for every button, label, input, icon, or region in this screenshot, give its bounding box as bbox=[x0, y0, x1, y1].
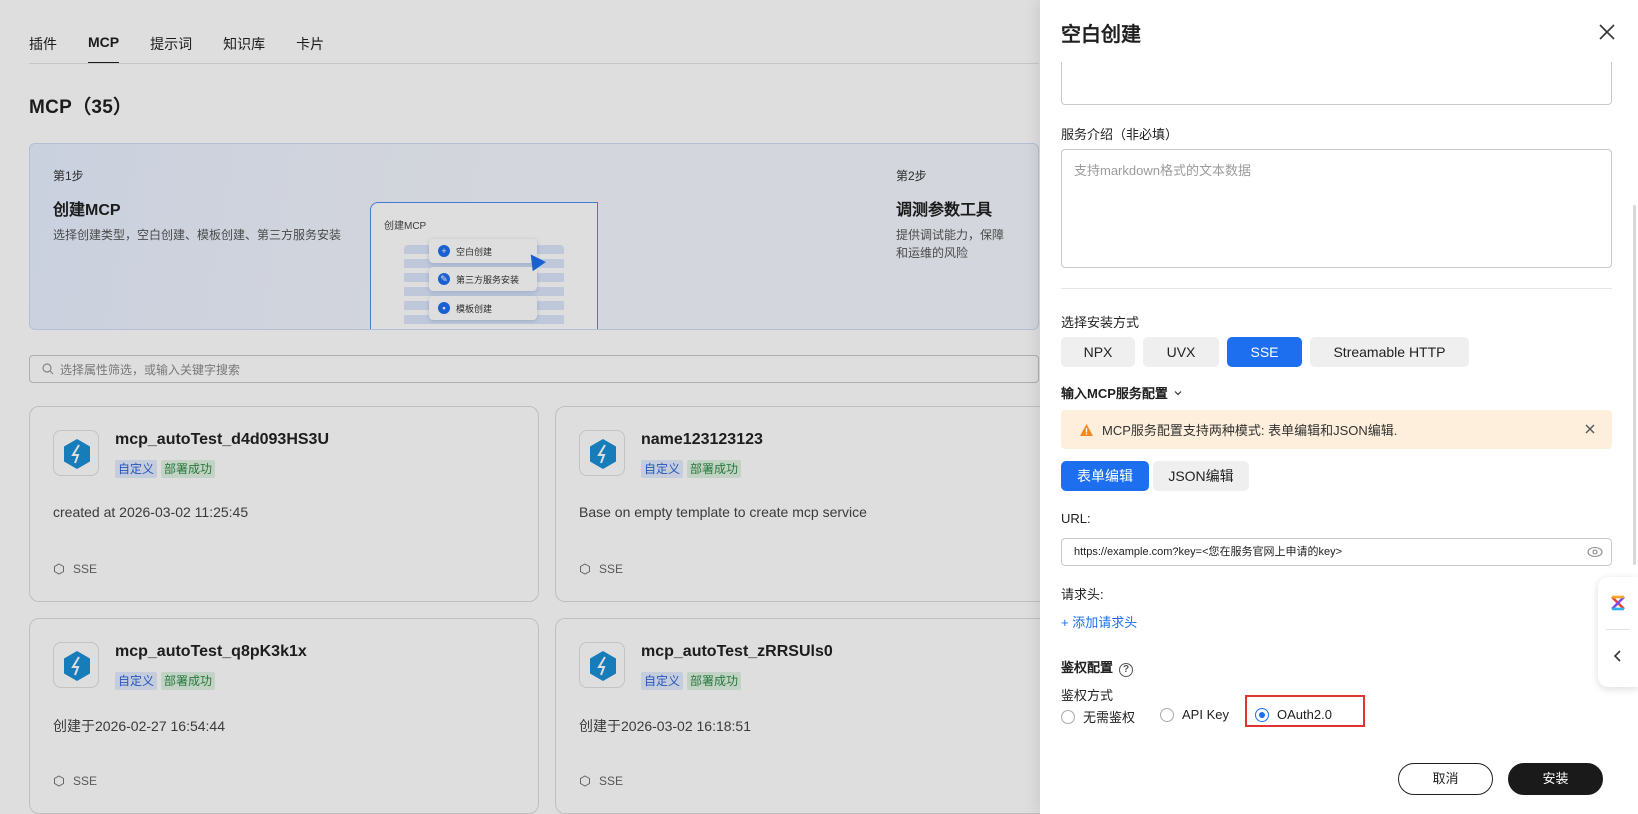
previous-field-textarea[interactable] bbox=[1061, 62, 1612, 105]
drawer-scrollbar[interactable] bbox=[1633, 205, 1636, 565]
install-method-streamable-http[interactable]: Streamable HTTP bbox=[1310, 337, 1469, 367]
warning-icon bbox=[1080, 423, 1093, 436]
install-method-npx[interactable]: NPX bbox=[1061, 337, 1135, 367]
auth-option-api-key[interactable]: API Key bbox=[1160, 707, 1229, 722]
create-drawer: 空白创建 服务介绍（非必填） 支持markdown格式的文本数据 选择安装方式 … bbox=[1040, 0, 1638, 814]
add-header-link[interactable]: + 添加请求头 bbox=[1061, 612, 1137, 631]
toolbar-divider bbox=[1606, 629, 1630, 630]
auth-config-label: 鉴权配置 bbox=[1061, 660, 1114, 675]
auth-config-title: 鉴权配置? bbox=[1061, 657, 1134, 677]
close-icon[interactable] bbox=[1582, 421, 1598, 437]
service-intro-label: 服务介绍（非必填） bbox=[1061, 127, 1179, 142]
radio-none[interactable] bbox=[1061, 709, 1075, 724]
url-value: https://example.com?key=<您在服务官网上申请的key> bbox=[1074, 546, 1343, 558]
auth-option-none-label: 无需鉴权 bbox=[1083, 710, 1136, 725]
form-edit-button[interactable]: 表单编辑 bbox=[1061, 461, 1149, 491]
service-intro-textarea[interactable]: 支持markdown格式的文本数据 bbox=[1061, 149, 1612, 268]
config-title: 输入MCP服务配置 bbox=[1061, 386, 1168, 401]
config-section-toggle[interactable]: 输入MCP服务配置 bbox=[1061, 383, 1183, 402]
app-logo-icon[interactable] bbox=[1609, 594, 1627, 612]
alert-text: MCP服务配置支持两种模式: 表单编辑和JSON编辑. bbox=[1102, 423, 1398, 438]
chevron-left-icon[interactable] bbox=[1611, 649, 1625, 663]
install-method-uvx[interactable]: UVX bbox=[1143, 337, 1219, 367]
auth-option-none[interactable]: 无需鉴权 bbox=[1061, 707, 1135, 726]
floating-side-toolbar bbox=[1598, 577, 1638, 687]
radio-api-key[interactable] bbox=[1160, 707, 1174, 722]
chevron-down-icon bbox=[1174, 390, 1182, 395]
drawer-title: 空白创建 bbox=[1061, 24, 1141, 46]
section-divider bbox=[1061, 288, 1612, 289]
install-method-label: 选择安装方式 bbox=[1061, 315, 1140, 330]
auth-option-api-key-label: API Key bbox=[1182, 707, 1229, 722]
url-input[interactable]: https://example.com?key=<您在服务官网上申请的key> bbox=[1061, 538, 1612, 566]
help-icon[interactable]: ? bbox=[1119, 663, 1134, 677]
url-label: URL: bbox=[1061, 511, 1091, 526]
cancel-button[interactable]: 取消 bbox=[1398, 763, 1493, 795]
install-button[interactable]: 安装 bbox=[1508, 763, 1603, 795]
highlight-annotation-box bbox=[1245, 695, 1365, 727]
json-edit-button[interactable]: JSON编辑 bbox=[1153, 461, 1249, 491]
drawer-overlay-mask[interactable] bbox=[0, 0, 1040, 814]
close-icon[interactable] bbox=[1596, 21, 1618, 43]
eye-icon[interactable] bbox=[1587, 545, 1603, 559]
auth-method-label: 鉴权方式 bbox=[1061, 688, 1114, 703]
drawer-body: 服务介绍（非必填） 支持markdown格式的文本数据 选择安装方式 NPX U… bbox=[1040, 62, 1638, 742]
headers-label: 请求头: bbox=[1061, 587, 1104, 602]
install-method-sse[interactable]: SSE bbox=[1227, 337, 1302, 367]
service-intro-placeholder: 支持markdown格式的文本数据 bbox=[1074, 163, 1251, 178]
config-mode-alert: MCP服务配置支持两种模式: 表单编辑和JSON编辑. bbox=[1061, 410, 1612, 449]
